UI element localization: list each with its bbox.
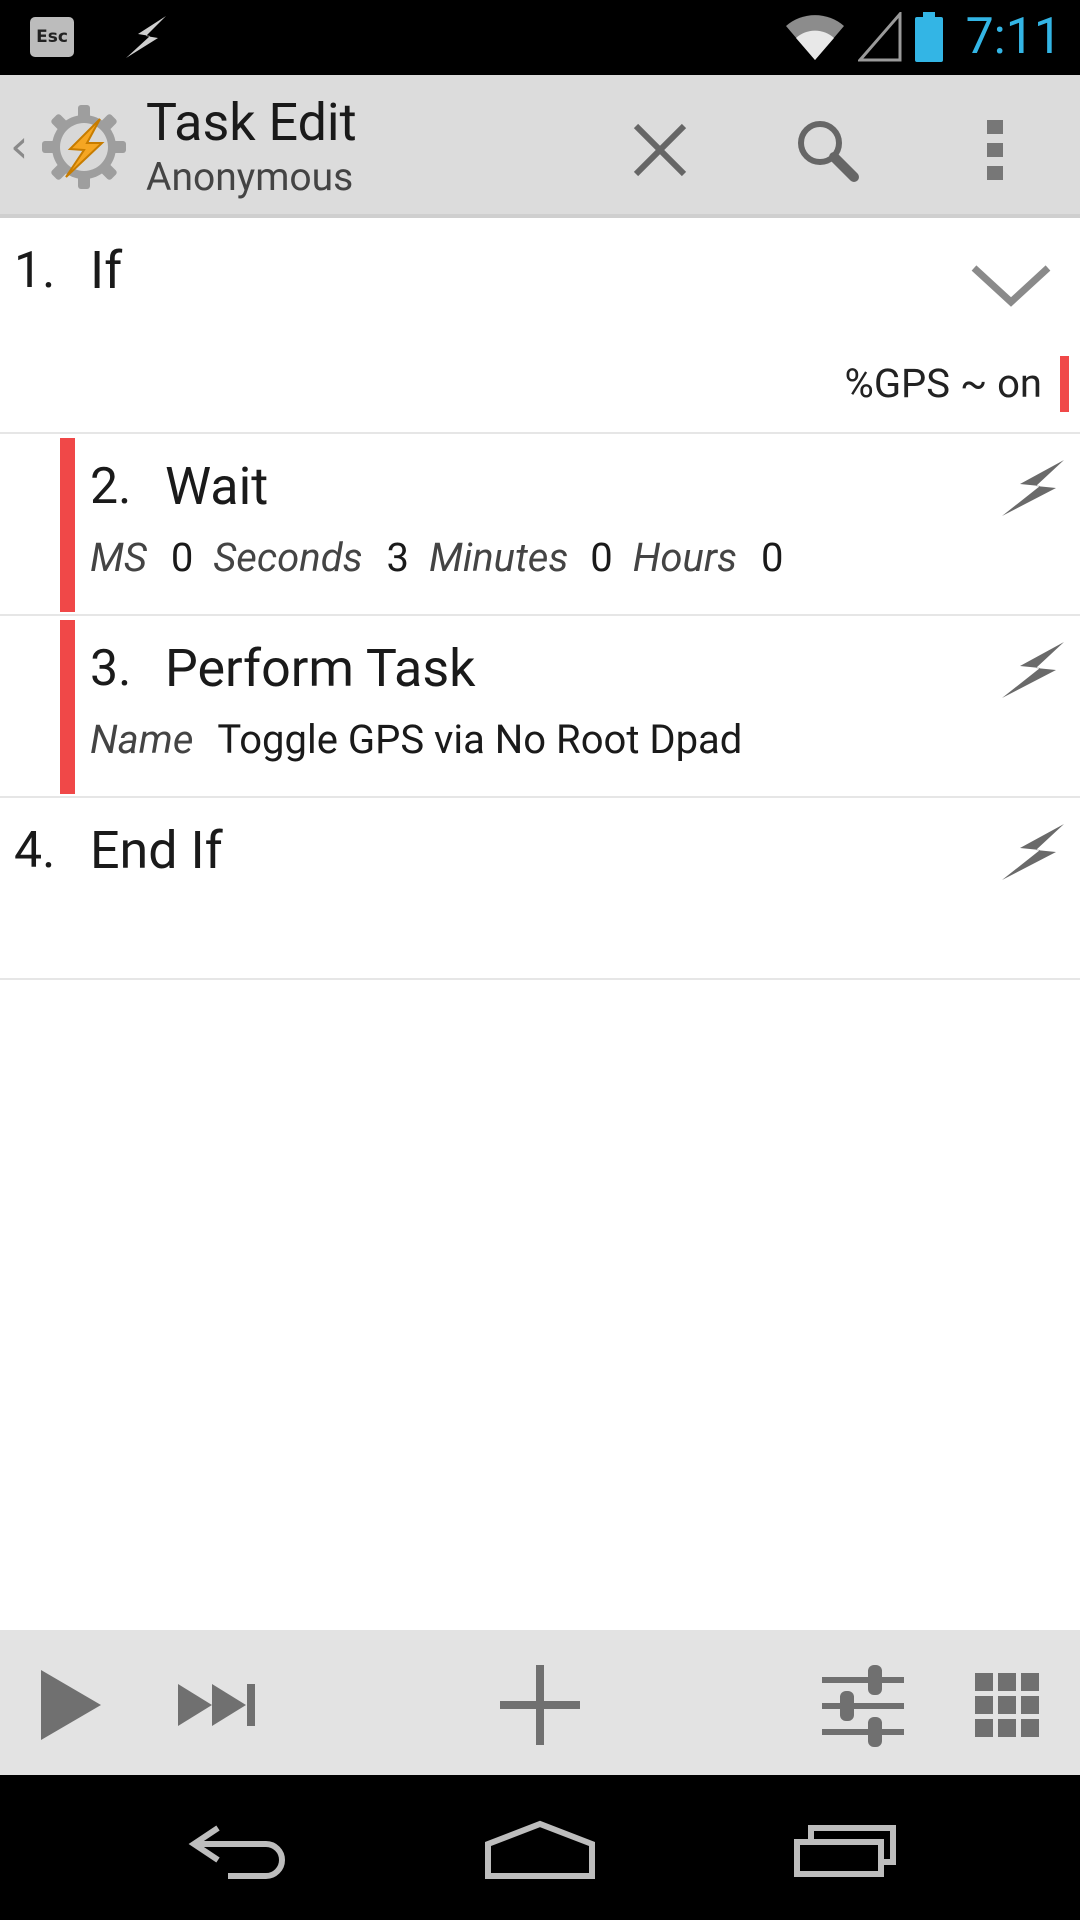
- home-icon: [485, 1820, 595, 1879]
- action-bar: ‹ Task Edit Anonymous: [0, 75, 1080, 218]
- grid-button[interactable]: [972, 1660, 1042, 1750]
- param-value: 0: [590, 534, 613, 581]
- play-icon: [41, 1670, 101, 1740]
- action-name: End If: [90, 820, 223, 881]
- recents-icon: [794, 1825, 896, 1877]
- condition-text: %GPS ~ on: [844, 360, 1042, 407]
- indent-bar: [60, 438, 75, 612]
- search-button[interactable]: [782, 105, 872, 195]
- tasker-app-icon[interactable]: [40, 103, 128, 191]
- step-button[interactable]: [172, 1660, 262, 1750]
- cell-signal-icon: [857, 12, 902, 62]
- action-params: MS 0 Seconds 3 Minutes 0 Hours 0: [90, 534, 783, 581]
- chevron-down-icon[interactable]: [970, 260, 1052, 310]
- param-label: Minutes: [428, 534, 569, 581]
- step-icon: [178, 1684, 255, 1726]
- back-icon: [188, 1825, 285, 1879]
- navigation-bar: [0, 1775, 1080, 1920]
- action-number: 4.: [14, 822, 56, 880]
- page-title: Task Edit: [146, 92, 357, 153]
- param-value: Toggle GPS via No Root Dpad: [217, 716, 743, 763]
- bottom-toolbar: [0, 1630, 1080, 1775]
- action-name: Wait: [165, 456, 269, 517]
- settings-sliders-icon: [822, 1665, 904, 1747]
- action-params: Name Toggle GPS via No Root Dpad: [90, 716, 742, 763]
- status-bar: Esc 7:11: [0, 0, 1080, 75]
- param-value: 0: [170, 534, 194, 581]
- overflow-menu-button[interactable]: [950, 105, 1040, 195]
- wifi-icon: [785, 15, 844, 60]
- lightning-icon[interactable]: [1000, 636, 1066, 702]
- param-label: MS: [90, 534, 147, 581]
- param-label: Name: [90, 716, 194, 763]
- battery-icon: [914, 12, 943, 62]
- esc-icon: Esc: [30, 17, 74, 57]
- param-value: 3: [386, 534, 410, 581]
- close-icon: [633, 123, 687, 177]
- action-name: If: [90, 240, 123, 301]
- task-properties-button[interactable]: [818, 1660, 908, 1750]
- home-button[interactable]: [480, 1810, 600, 1890]
- recents-button[interactable]: [790, 1810, 900, 1890]
- action-row-if[interactable]: 1. If %GPS ~ on: [0, 218, 1080, 434]
- action-row-end-if[interactable]: 4. End If: [0, 798, 1080, 980]
- up-chevron-icon[interactable]: ‹: [10, 119, 28, 173]
- action-number: 1.: [14, 242, 56, 300]
- condition-indicator: [1060, 356, 1069, 412]
- overflow-menu-icon: [987, 120, 1003, 180]
- play-button[interactable]: [30, 1660, 110, 1750]
- add-icon: [500, 1665, 580, 1745]
- back-button[interactable]: [185, 1810, 295, 1890]
- add-action-button[interactable]: [495, 1660, 585, 1750]
- page-subtitle: Anonymous: [146, 154, 354, 200]
- action-name: Perform Task: [165, 638, 476, 699]
- action-row-wait[interactable]: 2. Wait MS 0 Seconds 3 Minutes 0 Hours 0: [0, 434, 1080, 616]
- param-label: Hours: [632, 534, 738, 581]
- param-label: Seconds: [213, 534, 363, 581]
- search-icon: [798, 121, 859, 182]
- param-value: 0: [760, 534, 784, 581]
- grid-icon: [975, 1673, 1039, 1737]
- close-button[interactable]: [615, 105, 705, 195]
- action-number: 2.: [90, 458, 132, 516]
- indent-bar: [60, 620, 75, 794]
- clock: 7:11: [965, 8, 1062, 66]
- tasker-bolt-icon: [126, 16, 166, 58]
- lightning-icon[interactable]: [1000, 818, 1066, 884]
- lightning-icon[interactable]: [1000, 454, 1066, 520]
- action-row-perform-task[interactable]: 3. Perform Task Name Toggle GPS via No R…: [0, 616, 1080, 798]
- action-number: 3.: [90, 640, 132, 698]
